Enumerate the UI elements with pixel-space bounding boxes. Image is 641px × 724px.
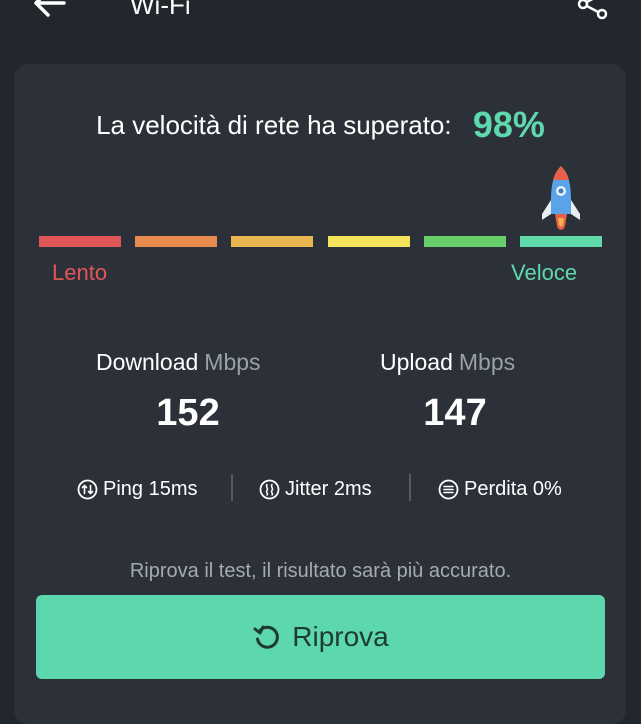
- packet-loss-label: Perdita 0%: [464, 477, 562, 500]
- scale-slow-label: Lento: [52, 260, 108, 285]
- metric-divider: [409, 474, 411, 501]
- rocket-icon: [542, 166, 580, 230]
- retry-button[interactable]: Riprova: [36, 595, 605, 679]
- download-unit: Mbps: [204, 349, 261, 375]
- scale-segment: [231, 236, 313, 247]
- top-bar: Wi-Fi: [0, 0, 641, 40]
- retry-icon: [253, 625, 280, 649]
- scale-segment: [520, 236, 602, 247]
- retry-label: Riprova: [292, 621, 389, 652]
- upload-label: Upload: [380, 349, 453, 375]
- scale-segment: [135, 236, 217, 247]
- metric-divider: [231, 474, 233, 501]
- percentile-value: 98%: [472, 104, 545, 146]
- jitter-icon: [259, 479, 280, 499]
- speed-scale: [39, 236, 603, 247]
- retry-hint: Riprova il test, il risultato sarà più a…: [129, 560, 512, 582]
- upload-heading: Upload Mbps: [380, 346, 515, 378]
- headline-label: La velocità di rete ha superato:: [96, 110, 452, 141]
- ping-icon: [77, 479, 98, 499]
- scale-segment: [424, 236, 506, 247]
- jitter-label: Jitter 2ms: [285, 477, 372, 500]
- scale-fast-label: Veloce: [511, 260, 578, 285]
- jitter-metric: Jitter 2ms: [259, 474, 372, 504]
- page-title: Wi-Fi: [130, 0, 191, 20]
- ping-label: Ping 15ms: [103, 477, 198, 500]
- scale-segment: [328, 236, 410, 247]
- share-icon[interactable]: [575, 0, 611, 20]
- upload-unit: Mbps: [458, 349, 516, 375]
- download-value: 152: [156, 392, 220, 434]
- ping-metric: Ping 15ms: [77, 474, 198, 504]
- speed-headline: La velocità di rete ha superato: 98%: [0, 100, 641, 148]
- packet-loss-metric: Perdita 0%: [438, 474, 562, 504]
- download-label: Download: [96, 349, 199, 375]
- upload-value: 147: [423, 392, 487, 434]
- download-heading: Download Mbps: [96, 346, 261, 378]
- scale-segment: [39, 236, 121, 247]
- back-arrow-icon[interactable]: [30, 0, 70, 20]
- packet-loss-icon: [438, 479, 459, 499]
